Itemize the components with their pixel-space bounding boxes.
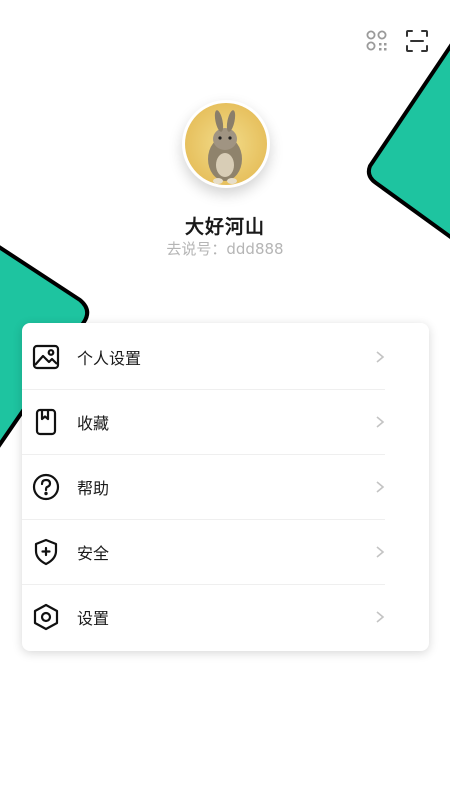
bookmark-icon	[31, 407, 61, 437]
menu-item-label: 个人设置	[77, 348, 142, 368]
top-toolbar	[364, 28, 430, 54]
chevron-right-icon	[373, 415, 387, 429]
qr-code-button[interactable]	[364, 28, 390, 54]
right-accent-shape	[366, 43, 450, 240]
shield-icon	[31, 537, 61, 567]
chevron-right-icon	[373, 545, 387, 559]
avatar[interactable]	[182, 100, 270, 188]
chevron-right-icon	[373, 480, 387, 494]
image-icon	[31, 342, 61, 372]
scan-button[interactable]	[404, 28, 430, 54]
chevron-right-icon	[373, 610, 387, 624]
scan-icon	[406, 30, 428, 52]
menu-item-label: 安全	[77, 543, 110, 563]
menu-item-favorites[interactable]: 收藏	[22, 389, 385, 454]
menu-item-personal-settings[interactable]: 个人设置	[22, 324, 385, 389]
menu-item-security[interactable]: 安全	[22, 519, 385, 584]
username: 大好河山	[184, 216, 265, 238]
user-id: 去说号：ddd888	[166, 240, 284, 258]
menu-item-label: 收藏	[77, 413, 110, 433]
menu-item-label: 设置	[77, 608, 110, 628]
menu-item-help[interactable]: 帮助	[22, 454, 385, 519]
avatar-image	[185, 103, 267, 185]
menu-item-label: 帮助	[77, 478, 110, 498]
qr-code-icon	[366, 30, 387, 51]
chevron-right-icon	[373, 350, 387, 364]
settings-hexagon-icon	[31, 602, 61, 632]
menu-item-settings[interactable]: 设置	[22, 584, 385, 649]
help-icon	[31, 472, 61, 502]
